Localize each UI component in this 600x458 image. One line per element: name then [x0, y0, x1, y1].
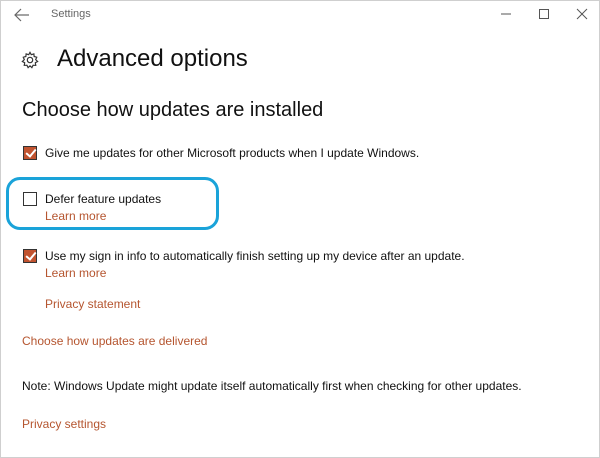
checkbox-sign-in-info[interactable] — [23, 249, 37, 263]
checkbox-sign-in-info-label[interactable]: Use my sign in info to automatically fin… — [45, 249, 465, 263]
maximize-icon — [539, 9, 549, 19]
minimize-button[interactable] — [496, 5, 516, 23]
app-title: Settings — [51, 8, 91, 20]
title-bar: Settings — [1, 1, 599, 29]
gear-icon — [21, 51, 39, 69]
privacy-statement-link[interactable]: Privacy statement — [45, 297, 140, 311]
maximize-button[interactable] — [534, 5, 554, 23]
settings-window: Settings Advanced options Choose how upd… — [0, 0, 600, 458]
checkbox-other-products[interactable] — [23, 146, 37, 160]
delivery-options-link[interactable]: Choose how updates are delivered — [22, 334, 207, 348]
close-button[interactable] — [572, 5, 592, 23]
back-arrow-icon — [14, 8, 29, 22]
section-heading: Choose how updates are installed — [22, 99, 324, 121]
privacy-settings-link[interactable]: Privacy settings — [22, 417, 106, 431]
close-icon — [576, 8, 588, 20]
note-text: Note: Windows Update might update itself… — [22, 379, 522, 393]
minimize-icon — [501, 13, 511, 15]
learn-more-link-sign-in[interactable]: Learn more — [45, 266, 106, 280]
page-title: Advanced options — [57, 45, 248, 72]
highlight-annotation — [6, 177, 219, 230]
back-button[interactable] — [13, 7, 31, 23]
checkbox-other-products-label[interactable]: Give me updates for other Microsoft prod… — [45, 146, 419, 160]
